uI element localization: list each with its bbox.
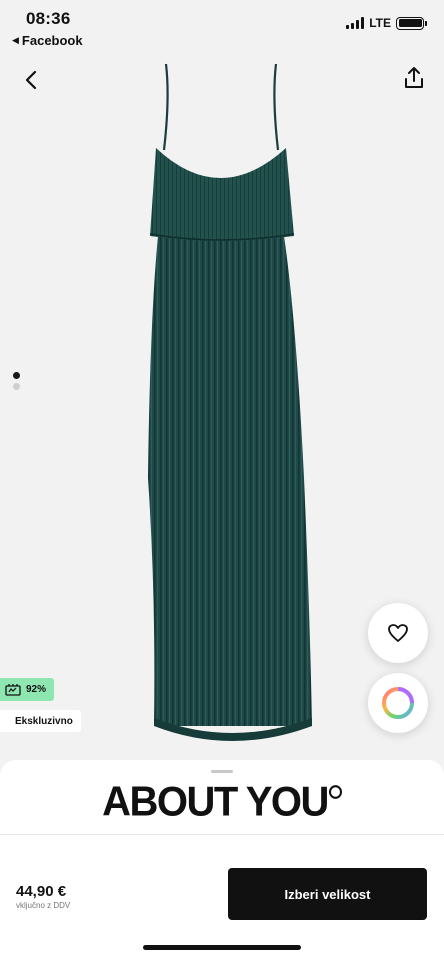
wishlist-button[interactable] — [368, 603, 428, 663]
share-button[interactable] — [398, 62, 430, 94]
exclusive-badge: Ekskluzivno — [0, 710, 81, 732]
vat-note: vključno z DDV — [16, 901, 71, 910]
image-pagination[interactable] — [13, 372, 20, 390]
pagination-dot[interactable] — [13, 383, 20, 390]
sheet-grabber[interactable] — [211, 770, 233, 773]
brand-logo-circle-icon — [328, 785, 342, 799]
back-triangle-icon: ◀ — [12, 35, 19, 45]
back-button[interactable] — [18, 66, 46, 94]
product-price: 44,90 € — [16, 883, 67, 900]
color-wheel-icon — [382, 687, 414, 719]
sustainability-badge[interactable]: 92% — [0, 678, 55, 701]
status-bar: 08:36 ◀ Facebook LTE — [0, 0, 444, 54]
heart-icon — [388, 624, 408, 642]
share-icon — [405, 67, 423, 88]
brand-logo: ABOUT YOU — [0, 779, 444, 826]
divider — [0, 834, 444, 835]
home-indicator[interactable] — [143, 945, 301, 950]
chevron-left-icon — [25, 70, 37, 90]
status-time: 08:36 — [26, 9, 71, 28]
back-to-app-link[interactable]: ◀ Facebook — [12, 33, 83, 48]
network-label: LTE — [369, 16, 391, 30]
color-picker-button[interactable] — [368, 673, 428, 733]
pagination-dot-active[interactable] — [13, 372, 20, 379]
brand-name: ABOUT YOU — [102, 778, 329, 826]
battery-icon — [396, 16, 427, 30]
sustainability-value: 92% — [26, 684, 47, 695]
exclusive-label: Ekskluzivno — [15, 715, 73, 727]
product-info-sheet[interactable]: ABOUT YOU 44,90 € vključno z DDV Izberi … — [0, 760, 444, 960]
signal-icon — [346, 17, 365, 29]
select-size-button[interactable]: Izberi velikost — [228, 868, 427, 920]
product-image[interactable] — [100, 58, 340, 758]
status-indicators: LTE — [346, 16, 427, 30]
back-to-app-label: Facebook — [21, 33, 83, 48]
sustainability-icon — [5, 684, 21, 696]
